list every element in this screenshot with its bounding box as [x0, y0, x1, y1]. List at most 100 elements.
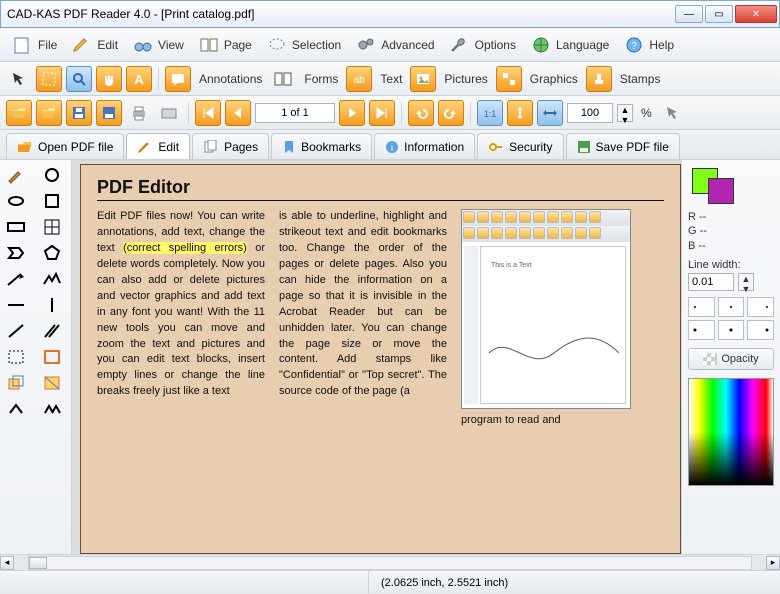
pictures-button[interactable]	[410, 66, 436, 92]
tab-open[interactable]: Open PDF file	[6, 133, 124, 159]
tab-bookmarks-label: Bookmarks	[301, 140, 361, 154]
hand-tool-button[interactable]	[96, 66, 122, 92]
double-caret-tool[interactable]	[38, 398, 66, 420]
linestyle-4[interactable]	[688, 320, 715, 340]
hline-tool[interactable]	[2, 294, 30, 316]
linewidth-input[interactable]	[688, 273, 734, 291]
first-page-button[interactable]	[195, 100, 221, 126]
text-button[interactable]: ab	[346, 66, 372, 92]
tab-bookmarks[interactable]: Bookmarks	[271, 133, 372, 159]
tab-save-label: Save PDF file	[596, 140, 669, 154]
scroll-track[interactable]	[28, 556, 752, 570]
caret-up-tool[interactable]	[2, 398, 30, 420]
next-page-button[interactable]	[339, 100, 365, 126]
cursor-button[interactable]	[660, 100, 686, 126]
fit-width-button[interactable]	[537, 100, 563, 126]
scan-button[interactable]	[156, 100, 182, 126]
square-tool[interactable]	[38, 190, 66, 212]
menu-file[interactable]: File	[6, 33, 63, 57]
graphics-label: Graphics	[526, 72, 582, 86]
select-dashed-tool[interactable]	[2, 346, 30, 368]
tab-information[interactable]: iInformation	[374, 133, 475, 159]
tab-pages[interactable]: Pages	[192, 133, 269, 159]
marquee-tool-button[interactable]	[36, 66, 62, 92]
polygon-tool[interactable]	[38, 242, 66, 264]
text-tool-button[interactable]: A	[126, 66, 152, 92]
tab-edit[interactable]: Edit	[126, 133, 190, 159]
undo-button[interactable]	[408, 100, 434, 126]
ellipse-tool[interactable]	[2, 190, 30, 212]
linestyle-2[interactable]	[718, 297, 745, 317]
zoom-spinner[interactable]: ▲▼	[617, 104, 633, 122]
linestyle-3[interactable]	[747, 297, 774, 317]
color-swatches[interactable]	[688, 166, 774, 206]
menu-file-label: File	[38, 38, 57, 52]
menu-view[interactable]: View	[126, 33, 190, 57]
fit-page-button[interactable]: 1:1	[477, 100, 503, 126]
zoom-tool-button[interactable]	[66, 66, 92, 92]
zoom-percent-label: %	[637, 106, 656, 120]
select-solid-tool[interactable]	[38, 346, 66, 368]
redo-button[interactable]	[438, 100, 464, 126]
save-button[interactable]	[66, 100, 92, 126]
toolbar-2: 1:1 ▲▼ %	[0, 96, 780, 130]
tab-security[interactable]: Security	[477, 133, 563, 159]
scroll-right-button[interactable]: ▸	[766, 556, 780, 570]
scroll-left-button[interactable]: ◂	[0, 556, 14, 570]
separator	[188, 102, 189, 124]
arrow-tool[interactable]	[2, 268, 30, 290]
parallel-tool[interactable]	[38, 320, 66, 342]
close-button[interactable]: ✕	[735, 5, 777, 23]
prev-page-button[interactable]	[225, 100, 251, 126]
tab-save[interactable]: Save PDF file	[566, 133, 680, 159]
stamps-button[interactable]	[586, 66, 612, 92]
arrow-tool-button[interactable]	[6, 66, 32, 92]
fit-height-button[interactable]	[507, 100, 533, 126]
open-button[interactable]	[6, 100, 32, 126]
forms-button[interactable]	[270, 66, 296, 92]
open2-button[interactable]	[36, 100, 62, 126]
linestyle-1[interactable]	[688, 297, 715, 317]
diag-tool[interactable]	[2, 320, 30, 342]
menu-language[interactable]: Language	[524, 33, 615, 57]
menu-edit-label: Edit	[97, 38, 118, 52]
background-swatch[interactable]	[708, 178, 734, 204]
circle-tool[interactable]	[38, 164, 66, 186]
rect-tool[interactable]	[2, 216, 30, 238]
color-picker[interactable]	[688, 378, 774, 486]
zoom-input[interactable]	[567, 103, 613, 123]
zigzag-tool[interactable]	[38, 268, 66, 290]
scroll-thumb[interactable]	[29, 557, 47, 569]
maximize-button[interactable]: ▭	[705, 5, 733, 23]
menu-edit[interactable]: Edit	[65, 33, 124, 57]
linestyle-6[interactable]	[747, 320, 774, 340]
page-input[interactable]	[255, 103, 335, 123]
vline-tool[interactable]	[38, 294, 66, 316]
graphics-button[interactable]	[496, 66, 522, 92]
opacity-button[interactable]: Opacity	[688, 348, 774, 370]
save2-button[interactable]	[96, 100, 122, 126]
transform1-tool[interactable]	[2, 372, 30, 394]
linewidth-spinner[interactable]: ▲▼	[738, 273, 754, 291]
menu-help-label: Help	[649, 38, 674, 52]
print-button[interactable]	[126, 100, 152, 126]
document-viewport[interactable]: PDF Editor Edit PDF files now! You can w…	[72, 160, 682, 554]
doc-column-2: is able to underline, highlight and stri…	[279, 209, 447, 429]
grid-tool[interactable]	[38, 216, 66, 238]
forms-label: Forms	[300, 72, 342, 86]
transform2-tool[interactable]	[38, 372, 66, 394]
window-title: CAD-KAS PDF Reader 4.0 - [Print catalog.…	[7, 7, 675, 21]
menu-options[interactable]: Options	[443, 33, 522, 57]
annotations-button[interactable]	[165, 66, 191, 92]
menu-advanced[interactable]: Advanced	[349, 33, 440, 57]
last-page-button[interactable]	[369, 100, 395, 126]
chevron-tool[interactable]	[2, 242, 30, 264]
bookmark-icon	[282, 140, 296, 154]
horizontal-scrollbar[interactable]: ◂ ▸	[0, 554, 780, 570]
menu-selection[interactable]: Selection	[260, 33, 347, 57]
menu-page[interactable]: Page	[192, 33, 258, 57]
brush-tool[interactable]	[2, 164, 30, 186]
menu-help[interactable]: ?Help	[617, 33, 680, 57]
minimize-button[interactable]: —	[675, 5, 703, 23]
linestyle-5[interactable]	[718, 320, 745, 340]
